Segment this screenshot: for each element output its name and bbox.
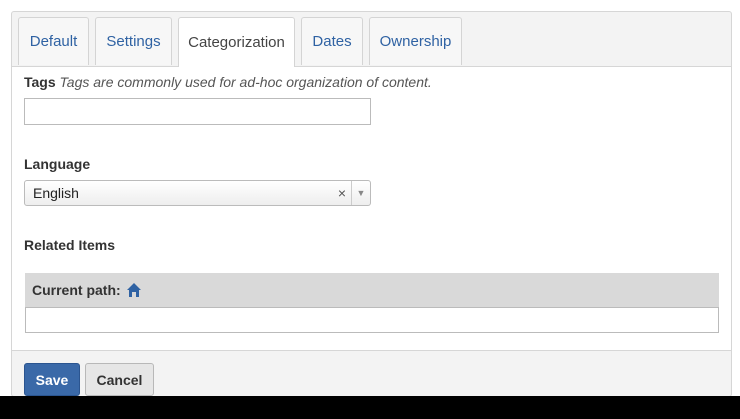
- language-label: Language: [24, 156, 91, 172]
- clear-selection-icon[interactable]: ×: [333, 185, 351, 201]
- tags-input[interactable]: [24, 98, 371, 125]
- tags-field-label: Tags Tags are commonly used for ad-hoc o…: [24, 74, 432, 90]
- tags-label: Tags: [24, 74, 56, 90]
- language-select[interactable]: English × ▼: [24, 180, 371, 206]
- language-selected-value: English: [33, 185, 79, 201]
- dropdown-arrow-icon[interactable]: ▼: [351, 181, 370, 205]
- tab-settings[interactable]: Settings: [95, 17, 172, 65]
- screen-bottom-edge: [0, 396, 740, 419]
- home-icon[interactable]: [126, 282, 142, 298]
- related-items-label: Related Items: [24, 237, 116, 253]
- save-button[interactable]: Save: [24, 363, 80, 396]
- current-path-bar: Current path:: [25, 273, 719, 307]
- edit-form-panel: Default Settings Categorization Dates Ow…: [11, 11, 732, 397]
- categorization-pane: Tags Tags are commonly used for ad-hoc o…: [12, 66, 731, 351]
- current-path-label: Current path:: [32, 282, 121, 298]
- tab-default[interactable]: Default: [18, 17, 89, 65]
- tab-categorization[interactable]: Categorization: [178, 17, 295, 67]
- tab-dates[interactable]: Dates: [301, 17, 363, 65]
- tab-ownership[interactable]: Ownership: [369, 17, 462, 65]
- cancel-button[interactable]: Cancel: [85, 363, 154, 396]
- related-items-search-input[interactable]: [25, 307, 719, 333]
- tags-help-text: Tags are commonly used for ad-hoc organi…: [59, 74, 432, 90]
